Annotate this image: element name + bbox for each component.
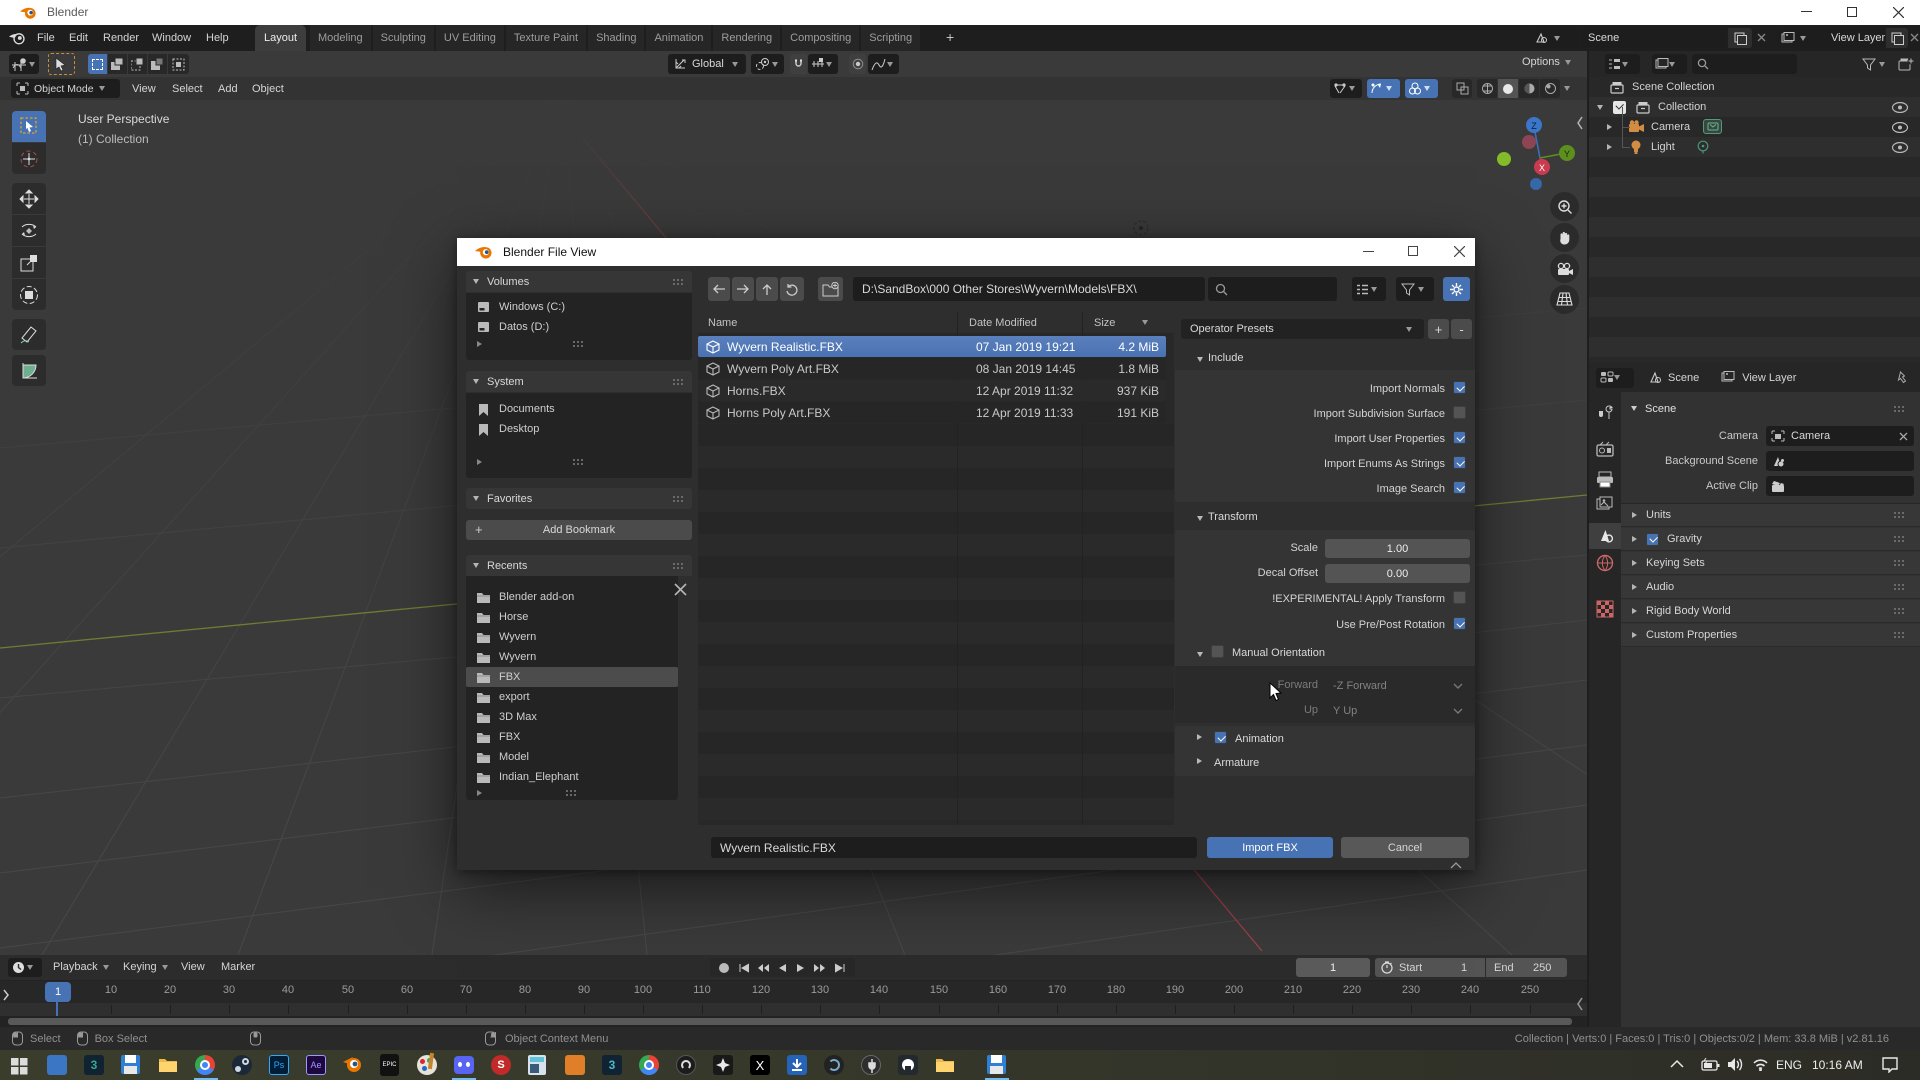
svg-text:Y: Y (1564, 149, 1570, 159)
svg-text:X: X (1539, 163, 1545, 173)
svg-text:Z: Z (1531, 121, 1537, 131)
